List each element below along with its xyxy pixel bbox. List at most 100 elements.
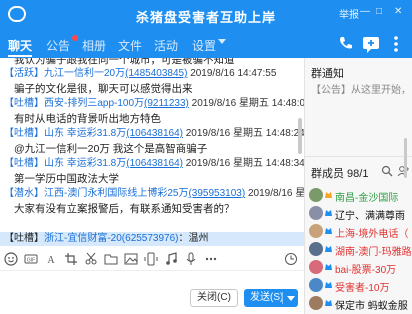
avatar bbox=[309, 188, 323, 202]
admin-icon bbox=[325, 300, 332, 306]
avatar bbox=[309, 296, 323, 310]
svg-text:GIF: GIF bbox=[27, 258, 35, 264]
message-input[interactable] bbox=[0, 271, 304, 286]
sender-id[interactable]: (106438164) bbox=[126, 158, 183, 169]
tab-chat[interactable]: 聊天 bbox=[8, 37, 33, 57]
search-icon[interactable] bbox=[381, 165, 393, 177]
message-header: 【活跃】九江一信利一20万(1485403845) 2019/8/16 14:4… bbox=[4, 68, 276, 80]
new-message-notice[interactable]: 【吐槽】浙江-宜信财富-20(625573976)：温州 bbox=[0, 232, 304, 246]
shake-icon[interactable] bbox=[144, 252, 158, 266]
add-member-icon[interactable] bbox=[397, 165, 409, 177]
more-icon[interactable] bbox=[386, 34, 406, 54]
member-name: 保定市 蚂蚁金服 bbox=[335, 301, 408, 312]
tab-album[interactable]: 相册 bbox=[82, 37, 106, 54]
sender-id[interactable]: (1485403845) bbox=[125, 68, 187, 79]
sender-name[interactable]: 西安-排列三app-100万 bbox=[44, 98, 144, 109]
sender-id[interactable]: (395953103) bbox=[188, 188, 245, 199]
add-message-icon[interactable] bbox=[361, 34, 381, 54]
svg-text:A: A bbox=[47, 255, 55, 266]
message-time: 2019/8/16 星期五 14:48:24 bbox=[185, 128, 304, 139]
group-sidebar: 群通知 【公告】从这里开始， 群成员 98/1 南昌-金沙国际 辽宁、满满尊雨 … bbox=[304, 58, 412, 314]
screenshot-icon[interactable] bbox=[64, 252, 78, 266]
message-header: 【吐槽】西安-排列三app-100万(9211233) 2019/8/16 星期… bbox=[4, 98, 304, 110]
member-item[interactable]: 保定市 蚂蚁金服 bbox=[309, 295, 412, 312]
sender-name[interactable]: 九江一信利一20万 bbox=[44, 68, 125, 79]
avatar bbox=[309, 242, 323, 256]
member-tag: 【吐槽】 bbox=[4, 158, 44, 169]
sender-name[interactable]: 江西-澳门永利国际线上博彩25万 bbox=[44, 188, 188, 199]
member-item[interactable]: 辽宁、满满尊雨 bbox=[309, 205, 412, 222]
tab-bar: 聊天 公告 相册 文件 活动 设置 bbox=[0, 30, 412, 58]
tab-settings[interactable]: 设置 bbox=[192, 37, 216, 54]
send-divider bbox=[282, 292, 283, 304]
member-item[interactable]: 上海-境外电话（ bbox=[309, 223, 412, 240]
member-name: 湖南-澳门-玛雅路 bbox=[335, 247, 412, 258]
image-icon[interactable] bbox=[124, 252, 138, 266]
chevron-down-icon bbox=[218, 39, 226, 44]
input-toolbar: GIF A bbox=[0, 247, 304, 271]
admin-icon bbox=[325, 282, 332, 288]
member-list-scrollbar[interactable] bbox=[404, 138, 407, 178]
avatar bbox=[309, 260, 323, 274]
sidebar-divider bbox=[305, 156, 412, 157]
report-button[interactable]: 举报 bbox=[339, 6, 359, 21]
member-tag: 【吐槽】 bbox=[4, 98, 44, 109]
member-item[interactable]: 受害者-10万 bbox=[309, 277, 412, 294]
announcement-badge bbox=[72, 35, 78, 41]
sender-id: (625573976) bbox=[121, 233, 179, 244]
title-bar: 杀猪盘受害者互助上岸 举报 — □ ✕ bbox=[0, 0, 412, 30]
member-name: bai-股票-30万 bbox=[335, 265, 397, 276]
member-name: 南昌-金沙国际 bbox=[335, 193, 399, 204]
member-tag: 【活跃】 bbox=[4, 68, 44, 79]
chat-message-area[interactable]: 我认为骗子跟我在同一个城市，可是被骗不知道 【活跃】九江一信利一20万(1485… bbox=[0, 58, 304, 232]
member-item[interactable]: 南昌-金沙国际 bbox=[309, 187, 412, 204]
avatar bbox=[309, 206, 323, 220]
message-text: 我认为骗子跟我在同一个城市，可是被骗不知道 bbox=[14, 58, 235, 66]
sender-name[interactable]: 山东 幸运彩31.8万 bbox=[44, 158, 126, 169]
sender-name: 浙江-宜信财富-20 bbox=[44, 233, 122, 244]
member-item[interactable]: bai-股票-30万 bbox=[309, 259, 412, 276]
more-tools-icon[interactable] bbox=[204, 252, 218, 266]
message-text: 骗子的文化是很，聊天可以感觉得出来 bbox=[14, 83, 193, 95]
send-options-chevron-icon[interactable] bbox=[287, 296, 295, 301]
message-header: 【吐槽】山东 幸运彩31.8万(106438164) 2019/8/16 星期五… bbox=[4, 158, 304, 170]
message-time: 2019/8/16 星期五 14:48:09 bbox=[191, 98, 304, 109]
member-item[interactable]: 湖南-澳门-玛雅路 bbox=[309, 241, 412, 258]
scissors-icon[interactable] bbox=[84, 252, 98, 266]
message-text: @九江一信利一20万 我这个是高智商骗子 bbox=[14, 143, 208, 155]
member-name: 辽宁、满满尊雨 bbox=[335, 211, 405, 222]
admin-icon bbox=[325, 210, 332, 216]
message-header: 【吐槽】山东 幸运彩31.8万(106438164) 2019/8/16 星期五… bbox=[4, 128, 304, 140]
history-icon[interactable] bbox=[284, 252, 298, 266]
send-button[interactable]: 发送(S) bbox=[244, 289, 298, 307]
gif-icon[interactable]: GIF bbox=[24, 252, 38, 266]
folder-icon[interactable] bbox=[104, 252, 118, 266]
sender-id[interactable]: (9211233) bbox=[144, 98, 189, 109]
admin-icon bbox=[325, 228, 332, 234]
font-icon[interactable]: A bbox=[44, 252, 58, 266]
message-time: 2019/8/16 14:47:55 bbox=[190, 68, 277, 79]
message-time: 2019/8/16 星期五 14:48:34 bbox=[185, 158, 304, 169]
close-window-button[interactable]: ✕ bbox=[394, 6, 402, 17]
owner-icon bbox=[325, 192, 332, 198]
chat-scrollbar[interactable] bbox=[298, 118, 302, 154]
tab-announcement[interactable]: 公告 bbox=[46, 37, 70, 54]
group-notice-text[interactable]: 【公告】从这里开始， bbox=[311, 81, 411, 96]
phone-icon[interactable] bbox=[336, 34, 356, 54]
member-tag: 【吐槽】 bbox=[4, 128, 44, 139]
members-title: 群成员 98/1 bbox=[311, 168, 369, 180]
member-name: 受害者-10万 bbox=[335, 283, 390, 294]
tab-activity[interactable]: 活动 bbox=[154, 37, 178, 54]
message-time: 2019/8/16 星期五 14:48:38 bbox=[247, 188, 304, 199]
microphone-icon[interactable] bbox=[184, 252, 198, 266]
close-button[interactable]: 关闭(C) bbox=[190, 289, 238, 307]
sender-id[interactable]: (106438164) bbox=[126, 128, 183, 139]
sender-name[interactable]: 山东 幸运彩31.8万 bbox=[44, 128, 126, 139]
maximize-button[interactable]: □ bbox=[376, 6, 382, 17]
message-text: 大家有没有立案报警后，有联系通知受害者的？ bbox=[14, 203, 235, 215]
music-icon[interactable] bbox=[164, 252, 178, 266]
message-header: 【潜水】江西-澳门永利国际线上博彩25万(395953103) 2019/8/1… bbox=[4, 188, 304, 200]
tab-files[interactable]: 文件 bbox=[118, 37, 142, 54]
emoji-icon[interactable] bbox=[4, 252, 18, 266]
minimize-button[interactable]: — bbox=[360, 6, 370, 17]
